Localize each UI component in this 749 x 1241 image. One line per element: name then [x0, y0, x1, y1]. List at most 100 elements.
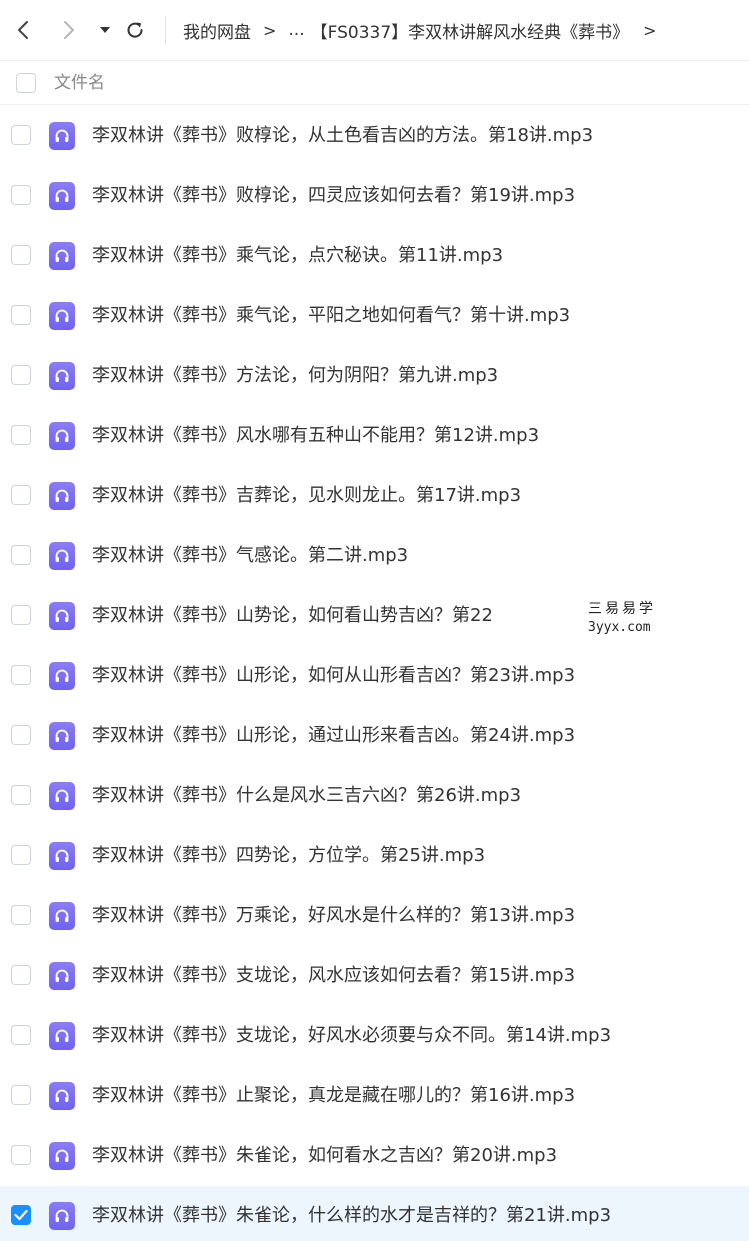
file-checkbox[interactable]: [11, 1025, 31, 1045]
file-name[interactable]: 李双林讲《葬书》方法论，何为阴阳？第九讲.mp3: [92, 346, 498, 406]
file-row[interactable]: 李双林讲《葬书》乘气论，平阳之地如何看气？第十讲.mp3: [0, 286, 749, 346]
audio-file-icon: [49, 122, 75, 150]
headphones-icon: [55, 489, 69, 502]
file-checkbox[interactable]: [11, 1085, 31, 1105]
file-name[interactable]: 李双林讲《葬书》四势论，方位学。第25讲.mp3: [92, 826, 485, 886]
headphones-icon: [55, 609, 69, 622]
breadcrumb: 我的网盘 > ... 【FS0337】李双林讲解风水经典《葬书》 >: [183, 0, 667, 60]
file-name[interactable]: 李双林讲《葬书》气感论。第二讲.mp3: [92, 526, 408, 586]
file-row[interactable]: 李双林讲《葬书》败椁论，从土色看吉凶的方法。第18讲.mp3: [0, 106, 749, 166]
breadcrumb-trailing-separator[interactable]: >: [643, 21, 656, 40]
file-name[interactable]: 李双林讲《葬书》朱雀论，如何看水之吉凶？第20讲.mp3: [92, 1126, 557, 1186]
file-checkbox[interactable]: [11, 125, 31, 145]
file-name[interactable]: 李双林讲《葬书》乘气论，点穴秘诀。第11讲.mp3: [92, 226, 503, 286]
headphones-icon: [55, 849, 69, 862]
file-name[interactable]: 李双林讲《葬书》万乘论，好风水是什么样的？第13讲.mp3: [92, 886, 575, 946]
file-name[interactable]: 李双林讲《葬书》止聚论，真龙是藏在哪儿的？第16讲.mp3: [92, 1066, 575, 1126]
audio-file-icon: [49, 1022, 75, 1050]
headphones-icon: [55, 969, 69, 982]
toolbar: 我的网盘 > ... 【FS0337】李双林讲解风水经典《葬书》 >: [0, 0, 749, 60]
file-checkbox[interactable]: [11, 185, 31, 205]
audio-file-icon: [49, 902, 75, 930]
file-row[interactable]: 李双林讲《葬书》风水哪有五种山不能用？第12讲.mp3: [0, 406, 749, 466]
file-row[interactable]: 李双林讲《葬书》支垅论，好风水必须要与众不同。第14讲.mp3: [0, 1006, 749, 1066]
file-name[interactable]: 李双林讲《葬书》吉葬论，见水则龙止。第17讲.mp3: [92, 466, 521, 526]
file-checkbox[interactable]: [11, 545, 31, 565]
file-name[interactable]: 李双林讲《葬书》山势论，如何看山势吉凶？第22: [92, 586, 493, 646]
file-list: 李双林讲《葬书》败椁论，从土色看吉凶的方法。第18讲.mp3 李双林讲《葬书》败椁…: [0, 106, 749, 1241]
breadcrumb-ellipsis[interactable]: ...: [288, 20, 304, 40]
file-name[interactable]: 李双林讲《葬书》什么是风水三吉六凶？第26讲.mp3: [92, 766, 521, 826]
watermark-url: 3yyx.com: [588, 620, 651, 635]
breadcrumb-separator: >: [263, 20, 277, 40]
file-row[interactable]: 李双林讲《葬书》支垅论，风水应该如何去看？第15讲.mp3: [0, 946, 749, 1006]
audio-file-icon: [49, 782, 75, 810]
audio-file-icon: [49, 422, 75, 450]
headphones-icon: [55, 189, 69, 202]
headphones-icon: [55, 1089, 69, 1102]
file-name[interactable]: 李双林讲《葬书》支垅论，好风水必须要与众不同。第14讲.mp3: [92, 1006, 611, 1066]
file-name[interactable]: 李双林讲《葬书》支垅论，风水应该如何去看？第15讲.mp3: [92, 946, 575, 1006]
file-row[interactable]: 李双林讲《葬书》什么是风水三吉六凶？第26讲.mp3: [0, 766, 749, 826]
file-name[interactable]: 李双林讲《葬书》败椁论，从土色看吉凶的方法。第18讲.mp3: [92, 106, 593, 166]
file-row[interactable]: 李双林讲《葬书》止聚论，真龙是藏在哪儿的？第16讲.mp3: [0, 1066, 749, 1126]
file-name[interactable]: 李双林讲《葬书》风水哪有五种山不能用？第12讲.mp3: [92, 406, 539, 466]
file-row[interactable]: 李双林讲《葬书》四势论，方位学。第25讲.mp3: [0, 826, 749, 886]
file-checkbox[interactable]: [11, 845, 31, 865]
file-checkbox[interactable]: [11, 305, 31, 325]
file-checkbox[interactable]: [11, 365, 31, 385]
chevron-right-icon: [64, 21, 74, 39]
chevron-left-icon: [18, 21, 28, 39]
file-name[interactable]: 李双林讲《葬书》山形论，通过山形来看吉凶。第24讲.mp3: [92, 706, 575, 766]
audio-file-icon: [49, 182, 75, 210]
audio-file-icon: [49, 242, 75, 270]
file-row[interactable]: 李双林讲《葬书》方法论，何为阴阳？第九讲.mp3: [0, 346, 749, 406]
file-row[interactable]: 李双林讲《葬书》吉葬论，见水则龙止。第17讲.mp3: [0, 466, 749, 526]
audio-file-icon: [49, 662, 75, 690]
audio-file-icon: [49, 722, 75, 750]
file-checkbox[interactable]: [11, 605, 31, 625]
file-row[interactable]: 李双林讲《葬书》乘气论，点穴秘诀。第11讲.mp3: [0, 226, 749, 286]
file-checkbox[interactable]: [11, 665, 31, 685]
headphones-icon: [55, 369, 69, 382]
file-checkbox[interactable]: [11, 245, 31, 265]
file-row[interactable]: 李双林讲《葬书》山形论，通过山形来看吉凶。第24讲.mp3: [0, 706, 749, 766]
headphones-icon: [55, 729, 69, 742]
forward-button[interactable]: [54, 14, 84, 46]
file-checkbox[interactable]: [11, 425, 31, 445]
caret-down-icon: [100, 27, 110, 33]
file-checkbox[interactable]: [11, 725, 31, 745]
file-name[interactable]: 李双林讲《葬书》朱雀论，什么样的水才是吉祥的？第21讲.mp3: [92, 1186, 611, 1241]
history-dropdown-button[interactable]: [90, 14, 120, 46]
file-checkbox[interactable]: [11, 1205, 31, 1225]
select-all-checkbox[interactable]: [16, 73, 36, 93]
back-button[interactable]: [8, 14, 38, 46]
headphones-icon: [55, 249, 69, 262]
file-checkbox[interactable]: [11, 1145, 31, 1165]
file-checkbox[interactable]: [11, 785, 31, 805]
file-row[interactable]: 李双林讲《葬书》山形论，如何从山形看吉凶？第23讲.mp3: [0, 646, 749, 706]
headphones-icon: [55, 1149, 69, 1162]
file-checkbox[interactable]: [11, 905, 31, 925]
file-name[interactable]: 李双林讲《葬书》山形论，如何从山形看吉凶？第23讲.mp3: [92, 646, 575, 706]
file-name[interactable]: 李双林讲《葬书》乘气论，平阳之地如何看气？第十讲.mp3: [92, 286, 570, 346]
audio-file-icon: [49, 302, 75, 330]
refresh-button[interactable]: [120, 14, 150, 46]
audio-file-icon: [49, 962, 75, 990]
file-row[interactable]: 李双林讲《葬书》万乘论，好风水是什么样的？第13讲.mp3: [0, 886, 749, 946]
file-row[interactable]: 李双林讲《葬书》败椁论，四灵应该如何去看？第19讲.mp3: [0, 166, 749, 226]
file-name[interactable]: 李双林讲《葬书》败椁论，四灵应该如何去看？第19讲.mp3: [92, 166, 575, 226]
file-row[interactable]: 李双林讲《葬书》气感论。第二讲.mp3: [0, 526, 749, 586]
file-row[interactable]: 李双林讲《葬书》朱雀论，如何看水之吉凶？第20讲.mp3: [0, 1126, 749, 1186]
audio-file-icon: [49, 1202, 75, 1230]
file-checkbox[interactable]: [11, 485, 31, 505]
headphones-icon: [55, 669, 69, 682]
headphones-icon: [55, 909, 69, 922]
headphones-icon: [55, 309, 69, 322]
watermark: 三易易学 3yyx.com: [588, 600, 668, 638]
file-row[interactable]: 李双林讲《葬书》朱雀论，什么样的水才是吉祥的？第21讲.mp3: [0, 1186, 749, 1241]
headphones-icon: [55, 429, 69, 442]
file-checkbox[interactable]: [11, 965, 31, 985]
column-header-filename[interactable]: 文件名: [54, 61, 105, 106]
breadcrumb-root[interactable]: 我的网盘: [183, 18, 251, 43]
